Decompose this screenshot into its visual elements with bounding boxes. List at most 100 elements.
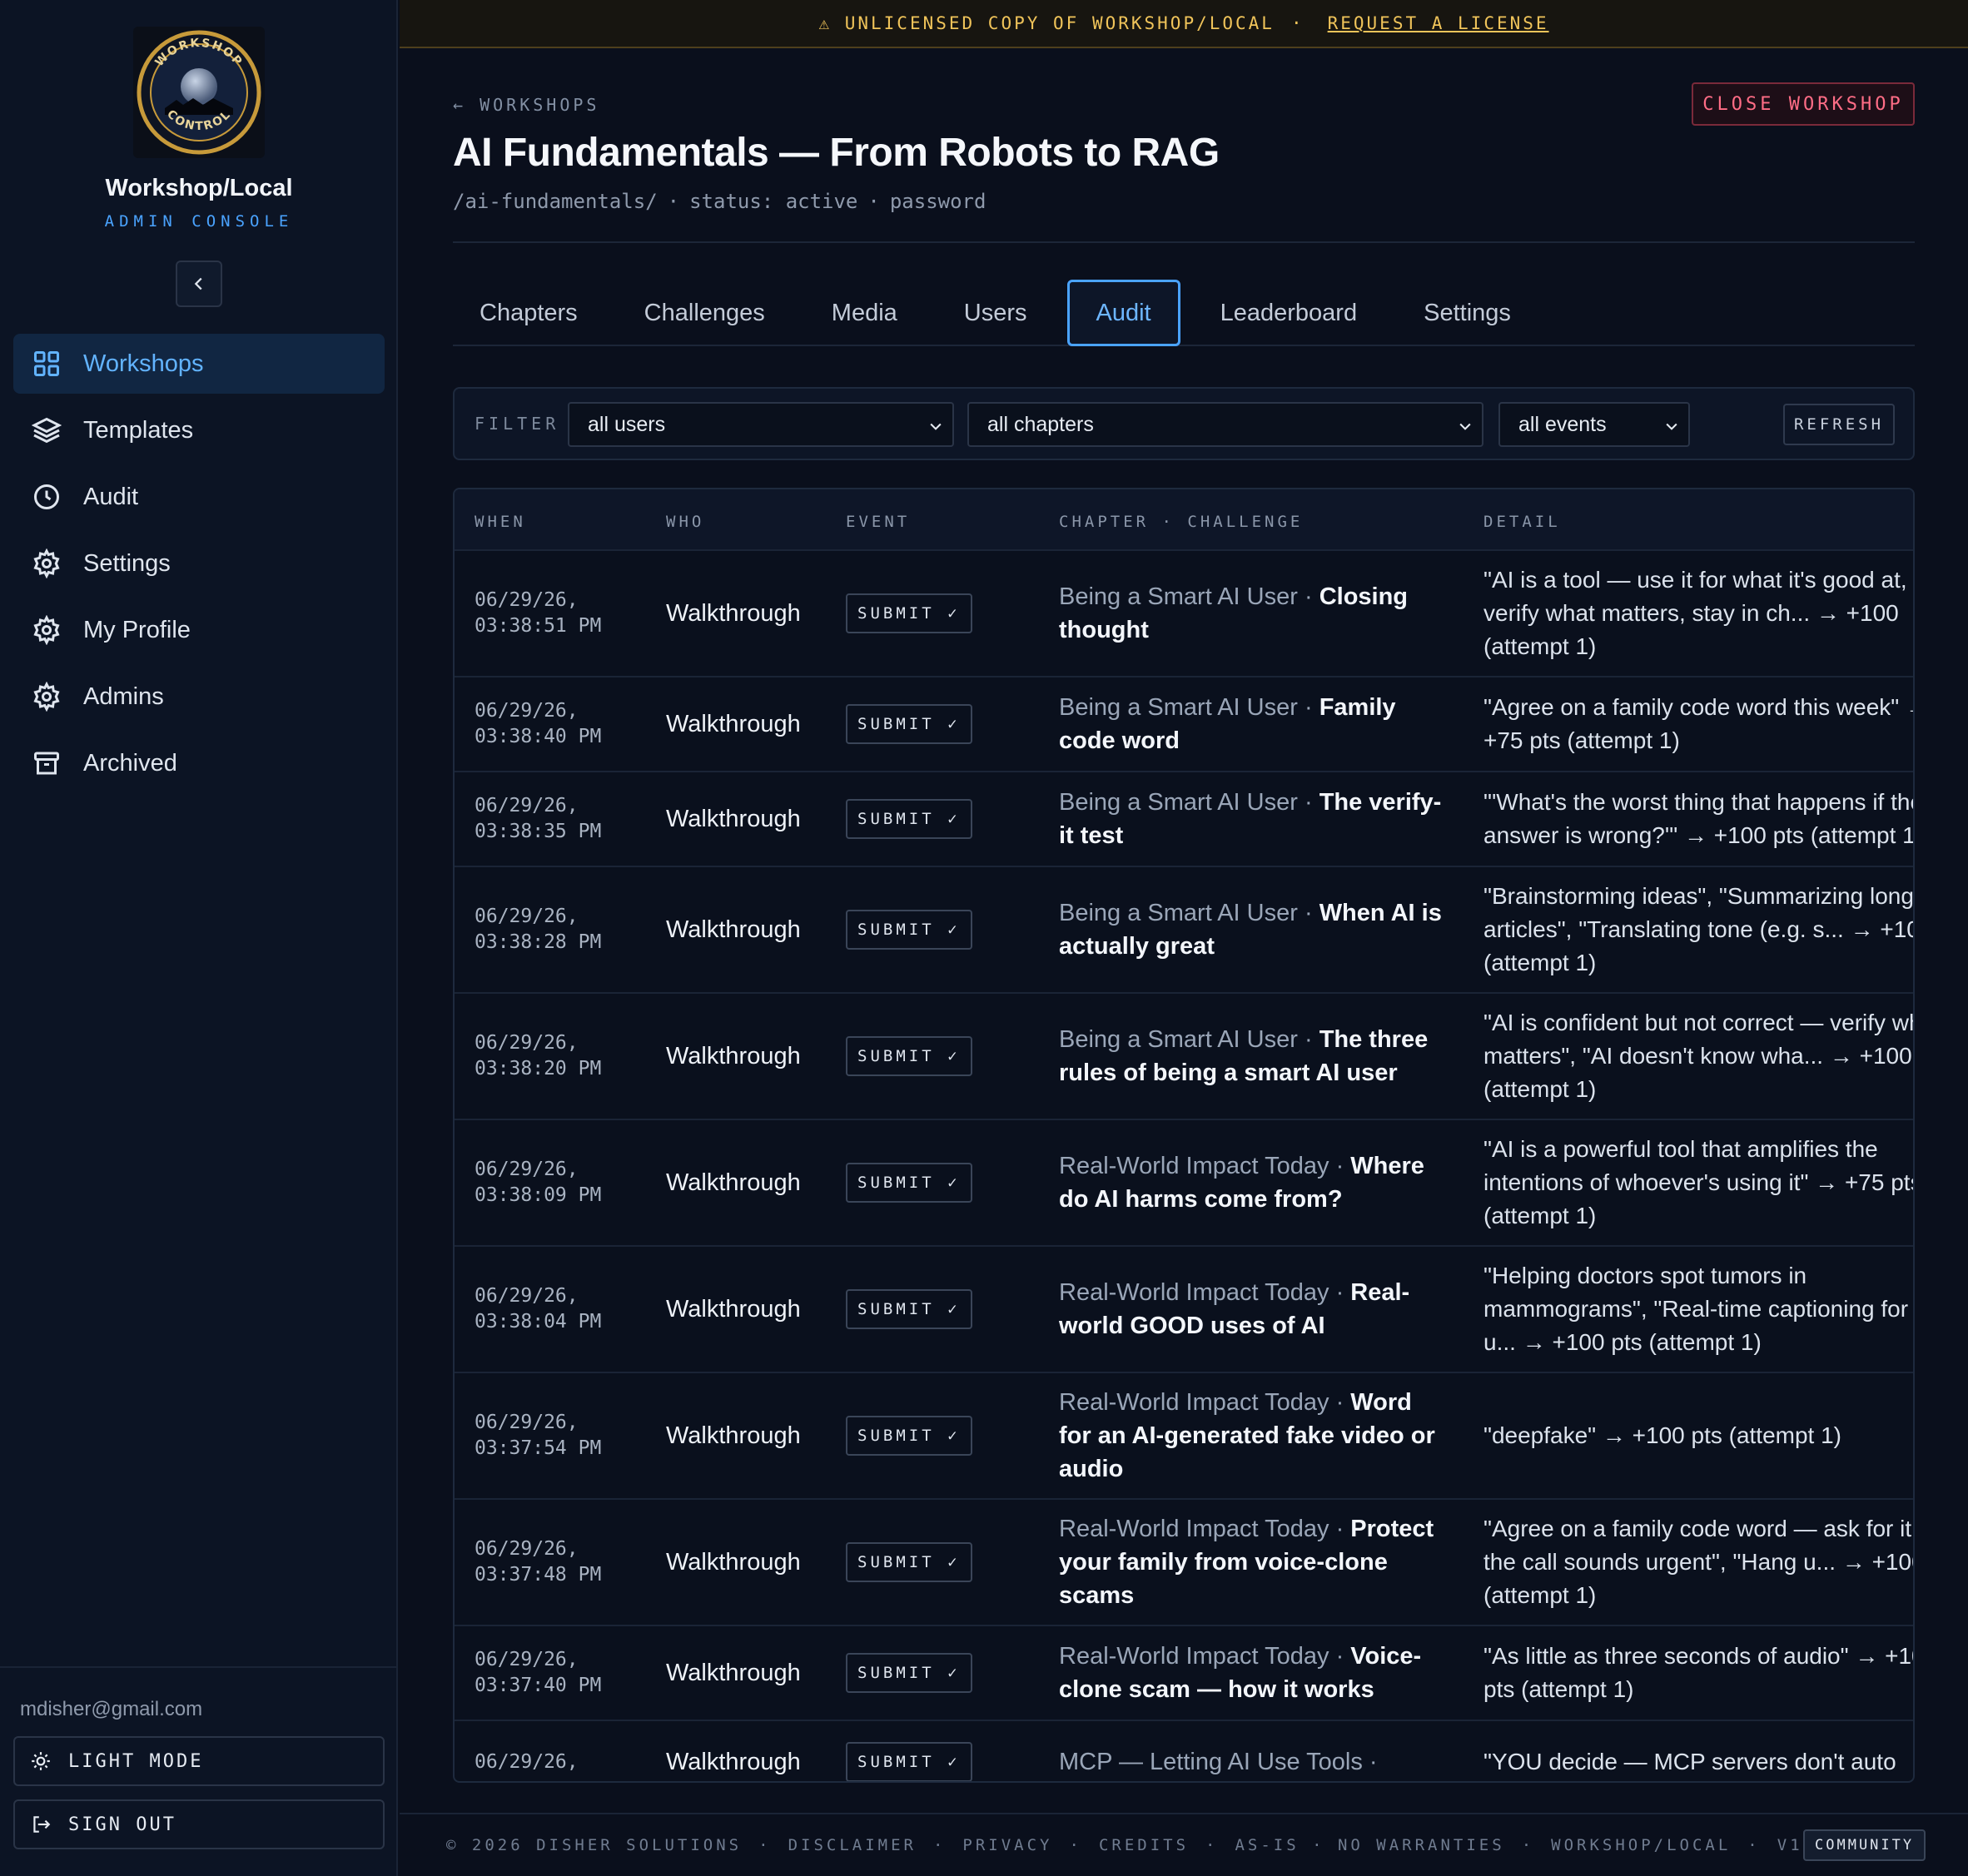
audit-filter-bar: FILTER all users all chapters all events… [453,387,1915,460]
row-time: 03:37:54 PM [475,1437,602,1459]
row-date: 06/29/26, [475,795,579,816]
event-filter-select[interactable]: all events [1498,402,1690,447]
tab-audit[interactable]: Audit [1066,280,1180,346]
table-row[interactable]: 06/29/26, 03:38:51 PM Walkthrough SUBMIT ✓ B… [455,549,1913,676]
table-row[interactable]: 06/29/26, 03:38:28 PM Walkthrough SUBMIT ✓ B… [455,866,1913,992]
sidebar-nav: Workshops Templates Audit Settings My Pr… [13,334,385,800]
sidebar-item-settings[interactable]: Settings [13,534,385,593]
row-chapter-challenge: Being a Smart AI User · The verify-it te… [1059,772,1450,866]
sidebar-item-label: Settings [83,549,171,577]
row-event: SUBMIT ✓ [846,677,979,771]
sidebar-item-templates[interactable]: Templates [13,400,385,460]
sidebar-footer: mdisher@gmail.com LIGHT MODE SIGN OUT [0,1666,398,1876]
table-row[interactable]: 06/29/26, 03:38:40 PM Walkthrough SUBMIT ✓ B… [455,676,1913,771]
row-chapter-challenge: MCP — Letting AI Use Tools · [1059,1721,1450,1781]
row-detail: "deepfake" → +100 pts (attempt 1) [1483,1422,1842,1448]
column-header-event: EVENT [846,513,911,531]
layers-icon [32,417,62,444]
event-badge: SUBMIT ✓ [846,799,972,839]
row-timestamp: 06/29/26, 03:38:35 PM [475,772,641,866]
sidebar-item-my-profile[interactable]: My Profile [13,600,385,660]
collapse-sidebar-button[interactable] [176,261,222,307]
table-row[interactable]: 06/29/26, 03:37:48 PM Walkthrough SUBMIT ✓ R… [455,1498,1913,1625]
row-chapter-challenge: Real-World Impact Today · Word for an AI… [1059,1373,1450,1498]
page-footer: © 2026 DISHER SOLUTIONS · DISCLAIMER · PRIVA… [400,1813,1968,1876]
gear-icon [33,615,60,645]
row-chapter-challenge: Real-World Impact Today · Where do AI ha… [1059,1120,1450,1245]
table-row[interactable]: 06/29/26, 03:38:35 PM Walkthrough SUBMIT ✓ B… [455,771,1913,866]
light-mode-label: LIGHT MODE [68,1750,204,1772]
event-badge: SUBMIT ✓ [846,593,972,633]
chevron-down-icon [930,423,942,430]
row-chapter: Being a Smart AI User [1059,1026,1298,1053]
row-chapter: Being a Smart AI User [1059,583,1298,610]
row-chapter: Real-World Impact Today [1059,1516,1329,1542]
column-header-chapter: CHAPTER · CHALLENGE [1059,513,1304,531]
row-detail: "AI is a tool — use it for what it's goo… [1483,567,1907,659]
table-row[interactable]: 06/29/26, 03:38:09 PM Walkthrough SUBMIT ✓ R… [455,1119,1913,1245]
table-row[interactable]: 06/29/26, Walkthrough SUBMIT ✓ MCP — Lettin… [455,1720,1913,1781]
workshop-status: status: active [689,190,858,213]
sidebar-item-audit[interactable]: Audit [13,467,385,527]
sidebar-item-admins[interactable]: Admins [13,667,385,727]
sign-out-label: SIGN OUT [68,1814,176,1835]
request-license-link[interactable]: REQUEST A LICENSE [1328,13,1549,33]
footer-credits-link[interactable]: CREDITS [1099,1836,1189,1854]
row-detail: "AI is confident but not correct — verif… [1483,1010,1913,1102]
row-date: 06/29/26, [475,1032,579,1054]
row-event: SUBMIT ✓ [846,772,979,866]
row-timestamp: 06/29/26, 03:38:40 PM [475,677,641,771]
grid-icon [34,351,59,376]
table-row[interactable]: 06/29/26, 03:37:54 PM Walkthrough SUBMIT ✓ R… [455,1372,1913,1498]
light-mode-button[interactable]: LIGHT MODE [13,1736,385,1786]
row-chapter-challenge: Being a Smart AI User · When AI is actua… [1059,867,1450,992]
workshop-control-logo: WORKSHOP CONTROL [133,27,265,158]
row-chapter: Real-World Impact Today [1059,1153,1329,1179]
sign-out-button[interactable]: SIGN OUT [13,1799,385,1849]
row-detail: "Agree on a family code word this week" … [1483,694,1913,753]
column-header-when: WHEN [475,513,526,531]
row-date: 06/29/26, [475,700,579,722]
row-time: 03:38:04 PM [475,1311,602,1333]
row-chapter: Being a Smart AI User [1059,694,1298,721]
table-row[interactable]: 06/29/26, 03:38:04 PM Walkthrough SUBMIT ✓ R… [455,1245,1913,1372]
filter-label: FILTER [475,414,560,434]
row-user: Walkthrough [666,1548,801,1576]
sidebar-item-label: Admins [83,682,164,710]
chapter-filter-select[interactable]: all chapters [967,402,1483,447]
breadcrumb[interactable]: ← WORKSHOPS [453,95,599,115]
workshop-access: password [889,190,986,213]
user-email: mdisher@gmail.com [20,1698,203,1720]
row-timestamp: 06/29/26, 03:38:51 PM [475,551,641,676]
refresh-button[interactable]: REFRESH [1783,404,1895,445]
footer-privacy-link[interactable]: PRIVACY [962,1836,1052,1854]
tab-chapters[interactable]: Chapters [453,280,604,346]
sidebar-item-archived[interactable]: Archived [13,733,385,793]
row-event: SUBMIT ✓ [846,867,979,992]
sidebar-item-label: Audit [83,483,139,510]
row-date: 06/29/26, [475,1285,579,1307]
row-user: Walkthrough [666,1169,801,1196]
tab-leaderboard[interactable]: Leaderboard [1194,280,1384,346]
close-workshop-button[interactable]: CLOSE WORKSHOP [1692,82,1915,126]
row-chapter-challenge: Real-World Impact Today · Voice-clone sc… [1059,1626,1450,1720]
table-row[interactable]: 06/29/26, 03:38:20 PM Walkthrough SUBMIT ✓ B… [455,992,1913,1119]
chapter-filter-value: all chapters [987,412,1094,436]
tab-users[interactable]: Users [937,280,1054,346]
audit-table: WHEN WHO EVENT CHAPTER · CHALLENGE DETAI… [453,488,1915,1783]
sidebar-item-label: Archived [83,749,177,777]
archive-icon [34,752,59,775]
table-row[interactable]: 06/29/26, 03:37:40 PM Walkthrough SUBMIT ✓ R… [455,1625,1913,1720]
sidebar-item-workshops[interactable]: Workshops [13,334,385,394]
tab-challenges[interactable]: Challenges [618,280,792,346]
row-detail: "YOU decide — MCP servers don't auto [1483,1749,1896,1774]
footer-disclaimer-link[interactable]: DISCLAIMER [788,1836,917,1854]
user-filter-value: all users [588,412,666,436]
column-header-detail: DETAIL [1483,513,1561,531]
tab-media[interactable]: Media [805,280,924,346]
chapter-separator: · [1297,583,1319,610]
user-filter-select[interactable]: all users [568,402,954,447]
tab-settings[interactable]: Settings [1397,280,1538,346]
row-chapter: Being a Smart AI User [1059,789,1298,816]
banner-separator: · [1290,13,1305,33]
